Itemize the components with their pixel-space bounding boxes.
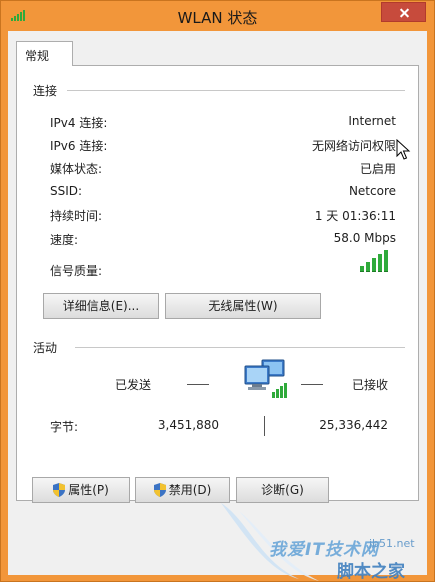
ipv4-label: IPv4 连接: <box>50 116 108 130</box>
watermark: 我爱IT技术网 jb51.net 脚本之家 <box>219 501 435 582</box>
mouse-pointer-icon <box>396 139 411 160</box>
connection-divider <box>67 90 405 91</box>
disable-label: 禁用(D) <box>168 483 212 497</box>
ipv6-value: 无网络访问权限 <box>311 139 396 153</box>
signal-bar <box>366 262 370 272</box>
signal-bar <box>360 266 364 272</box>
connection-group-title: 连接 <box>33 84 58 98</box>
signal-bar <box>372 258 376 272</box>
wlan-status-window: WLAN 状态 常规 连接 IPv4 连接: Internet IPv6 连接:… <box>0 0 435 582</box>
properties-button[interactable]: 属性(P) <box>32 477 130 503</box>
ipv6-label: IPv6 连接: <box>50 139 108 153</box>
bytes-separator <box>264 416 265 436</box>
signal-quality-icon <box>360 250 390 272</box>
received-line <box>301 384 323 385</box>
properties-label: 属性(P) <box>68 483 109 497</box>
tab-panel-general: 连接 IPv4 连接: Internet IPv6 连接: 无网络访问权限 媒体… <box>16 65 419 501</box>
bytes-label: 字节: <box>50 420 79 434</box>
duration-label: 持续时间: <box>50 209 103 223</box>
media-state-label: 媒体状态: <box>50 162 103 176</box>
watermark-site: jb51.net <box>369 537 415 550</box>
ipv4-value: Internet <box>348 114 396 128</box>
disable-button[interactable]: 禁用(D) <box>135 477 230 503</box>
shield-icon <box>53 483 66 497</box>
activity-divider <box>75 347 405 348</box>
tab-general[interactable]: 常规 <box>16 41 73 66</box>
diagnose-button[interactable]: 诊断(G) <box>236 477 329 503</box>
dialog-body: 常规 连接 IPv4 连接: Internet IPv6 连接: 无网络访问权限… <box>8 31 427 575</box>
details-button[interactable]: 详细信息(E)... <box>43 293 159 319</box>
signal-quality-label: 信号质量: <box>50 264 103 278</box>
network-computers-icon <box>244 359 287 398</box>
watermark-text-2: 脚本之家 <box>337 562 405 582</box>
activity-group-title: 活动 <box>33 341 58 355</box>
shield-icon <box>153 483 166 497</box>
sent-label: 已发送 <box>114 378 151 392</box>
received-label: 已接收 <box>351 378 388 392</box>
media-state-value: 已启用 <box>359 162 396 176</box>
speed-label: 速度: <box>50 233 79 247</box>
window-title: WLAN 状态 <box>177 9 258 27</box>
sent-line <box>187 384 209 385</box>
title-bar[interactable]: WLAN 状态 <box>1 1 434 31</box>
wireless-properties-button[interactable]: 无线属性(W) <box>165 293 321 319</box>
ssid-label: SSID: <box>50 184 83 198</box>
duration-value: 1 天 01:36:11 <box>314 209 396 223</box>
ssid-value: Netcore <box>348 184 396 198</box>
close-button[interactable] <box>381 2 426 22</box>
signal-bar <box>378 254 382 272</box>
speed-value: 58.0 Mbps <box>333 231 396 245</box>
bytes-sent-value: 3,451,880 <box>157 418 219 432</box>
signal-bar <box>384 250 388 272</box>
bytes-received-value: 25,336,442 <box>319 418 388 432</box>
